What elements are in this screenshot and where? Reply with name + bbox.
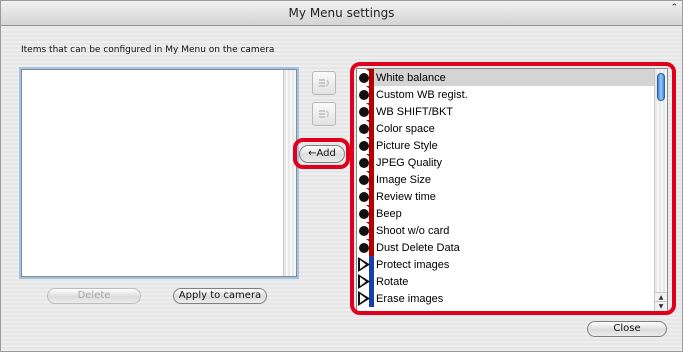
window-title: My Menu settings bbox=[1, 1, 682, 26]
my-menu-list-scrollbar[interactable] bbox=[283, 70, 296, 276]
my-menu-settings-window: My Menu settings ⌃ Items that can be con… bbox=[0, 0, 683, 352]
delete-button[interactable]: Delete bbox=[47, 288, 141, 304]
available-items-caption: Items that can be configured in My Menu … bbox=[21, 45, 275, 55]
apply-to-camera-button[interactable]: Apply to camera bbox=[173, 288, 267, 304]
camera-items-highlight bbox=[350, 62, 676, 315]
add-button-highlight bbox=[293, 138, 350, 169]
move-down-icon bbox=[319, 110, 330, 118]
my-menu-items-list[interactable] bbox=[21, 69, 297, 277]
window-resize-icon: ⌃ bbox=[670, 3, 678, 13]
move-up-button[interactable] bbox=[312, 71, 336, 95]
move-up-icon bbox=[319, 79, 330, 87]
close-button[interactable]: Close bbox=[587, 321, 667, 337]
move-down-button[interactable] bbox=[312, 102, 336, 126]
